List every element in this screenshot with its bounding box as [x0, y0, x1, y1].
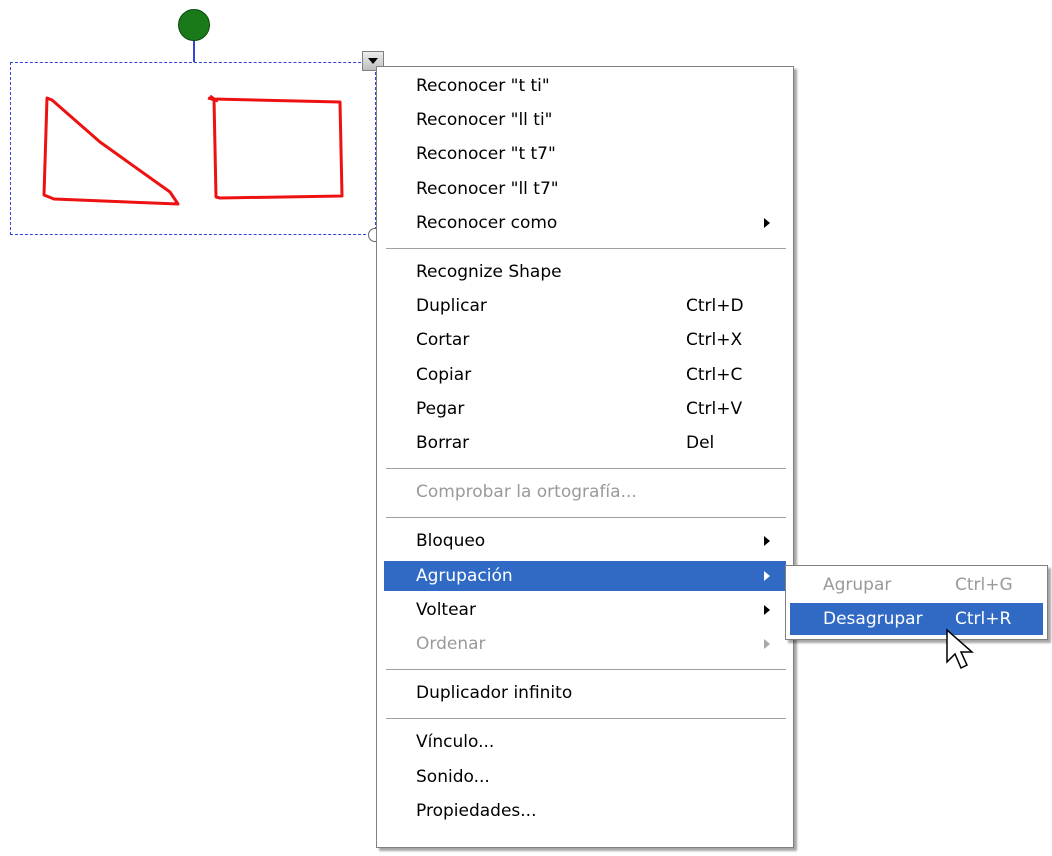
menu-item-label: Reconocer "t t7" [416, 144, 556, 165]
menu-item-agrupacion[interactable]: Agrupación [384, 560, 786, 591]
menu-item-reconocer-ll-t7[interactable]: Reconocer "ll t7" [384, 174, 786, 204]
submenu-item-label: Desagrupar [823, 609, 923, 629]
menu-item-reconocer-como[interactable]: Reconocer como [384, 208, 786, 238]
menu-item-shortcut: Ctrl+V [686, 398, 743, 419]
menu-item-label: Comprobar la ortografía... [416, 482, 637, 503]
menu-item-label: Voltear [416, 599, 476, 620]
menu-item-label: Pegar [416, 398, 465, 419]
menu-item-ordenar: Ordenar [384, 629, 786, 659]
menu-separator [386, 517, 786, 520]
menu-item-reconocer-t-t7[interactable]: Reconocer "t t7" [384, 139, 786, 169]
submenu-item-label: Agrupar [823, 575, 892, 595]
submenu-item-agrupar: Agrupar Ctrl+G [790, 569, 1043, 601]
menu-item-label: Agrupación [416, 565, 513, 586]
menu-item-reconocer-t-ti[interactable]: Reconocer "t ti" [384, 71, 786, 101]
menu-item-label: Reconocer "t ti" [416, 76, 550, 96]
submenu-arrow-icon [764, 604, 770, 615]
menu-item-cortar[interactable]: Cortar Ctrl+X [384, 325, 786, 355]
menu-item-borrar[interactable]: Borrar Del [384, 428, 786, 458]
menu-item-label: Reconocer "ll ti" [416, 110, 553, 131]
menu-item-reconocer-ll-ti[interactable]: Reconocer "ll ti" [384, 105, 786, 135]
menu-item-comprobar-la-ortografia: Comprobar la ortografía... [384, 477, 786, 507]
menu-item-label: Ordenar [416, 634, 486, 654]
submenu-item-shortcut: Ctrl+G [955, 575, 1013, 595]
grouping-submenu: Agrupar Ctrl+G Desagrupar Ctrl+R [785, 565, 1048, 640]
menu-separator [386, 669, 786, 672]
menu-separator [386, 248, 786, 250]
hand-drawn-rectangle [207, 94, 344, 200]
submenu-item-desagrupar[interactable]: Desagrupar Ctrl+R [790, 603, 1043, 635]
menu-item-label: Copiar [416, 364, 472, 385]
menu-item-sonido[interactable]: Sonido... [384, 762, 786, 792]
menu-item-pegar[interactable]: Pegar Ctrl+V [384, 394, 786, 424]
menu-item-bloqueo[interactable]: Bloqueo [384, 526, 786, 556]
hand-drawn-triangle [42, 96, 180, 206]
menu-item-shortcut: Ctrl+C [686, 364, 743, 385]
selected-ink-group[interactable] [0, 0, 380, 240]
submenu-arrow-icon [764, 639, 770, 649]
submenu-arrow-icon [764, 570, 770, 581]
menu-item-shortcut: Ctrl+X [686, 330, 743, 351]
menu-item-label: Bloqueo [416, 531, 486, 552]
menu-item-label: Cortar [416, 330, 470, 351]
menu-item-label: Propiedades... [416, 800, 537, 821]
menu-item-label: Duplicador infinito [416, 683, 573, 704]
menu-item-label: Recognize Shape [416, 262, 562, 282]
menu-separator [386, 468, 786, 471]
submenu-arrow-icon [764, 536, 770, 547]
menu-item-propiedades[interactable]: Propiedades... [384, 796, 786, 826]
menu-item-voltear[interactable]: Voltear [384, 595, 786, 625]
menu-item-shortcut: Del [686, 433, 715, 453]
menu-item-vinculo[interactable]: Vínculo... [384, 727, 786, 757]
menu-item-label: Duplicar [416, 296, 487, 317]
menu-item-label: Reconocer como [416, 212, 558, 233]
dropdown-arrow-icon [368, 58, 378, 64]
mouse-cursor-icon [946, 628, 974, 670]
menu-item-copiar[interactable]: Copiar Ctrl+C [384, 360, 786, 390]
menu-item-label: Vínculo... [416, 732, 495, 753]
menu-item-shortcut: Ctrl+D [686, 296, 744, 317]
menu-item-duplicador-infinito[interactable]: Duplicador infinito [384, 678, 786, 708]
menu-separator [386, 718, 786, 721]
menu-item-recognize-shape[interactable]: Recognize Shape [384, 257, 786, 287]
context-menu: Reconocer "t ti" Reconocer "ll ti" Reconoc… [376, 66, 794, 848]
menu-item-label: Sonido... [416, 766, 490, 787]
menu-item-label: Reconocer "ll t7" [416, 178, 559, 199]
menu-item-label: Borrar [416, 433, 470, 453]
submenu-arrow-icon [764, 217, 770, 228]
menu-item-duplicar[interactable]: Duplicar Ctrl+D [384, 291, 786, 321]
